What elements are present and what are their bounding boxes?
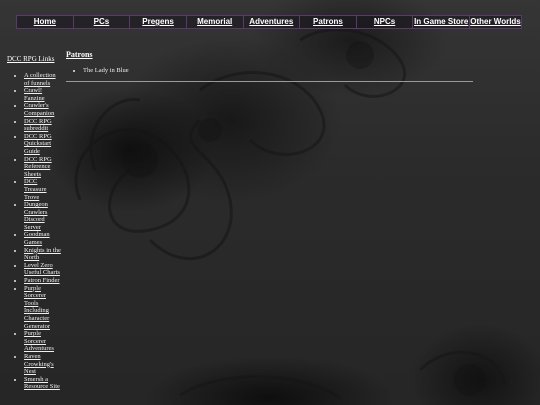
- sidebar-item: Purple Sorcerer Adventures: [24, 330, 61, 353]
- sidebar-item: Smersh a Resource Site: [24, 376, 61, 391]
- sidebar-links: DCC RPG Links A collection of funnels Cr…: [7, 48, 61, 391]
- top-navigation-bar: Home PCs Pregens Memorial Adventures Pat…: [16, 15, 522, 29]
- sidebar-title[interactable]: DCC RPG Links: [7, 55, 54, 63]
- sidebar-link-patron-finder[interactable]: Patron Finder: [24, 277, 60, 284]
- sidebar-item: DCC Treasure Trove: [24, 178, 61, 201]
- sidebar-link-purple-sorcerer-tools[interactable]: Purple Sorcerer Tools Including Characte…: [24, 285, 50, 330]
- patron-link-lady-in-blue[interactable]: The Lady in Blue: [83, 67, 129, 74]
- sidebar-link-discord[interactable]: Dungeon Crawlers Discord Server: [24, 201, 48, 231]
- sidebar-item: A collection of funnels: [24, 72, 61, 87]
- sidebar-item: Purple Sorcerer Tools Including Characte…: [24, 285, 61, 331]
- nav-link-other-worlds[interactable]: Other Worlds: [469, 16, 522, 28]
- sidebar-link-funnels[interactable]: A collection of funnels: [24, 72, 56, 87]
- sidebar-link-crawlers-companion[interactable]: Crawler's Companion: [24, 102, 54, 117]
- list-item: The Lady in Blue: [83, 67, 473, 75]
- sidebar-link-list: A collection of funnels Crawl! Fanzine C…: [7, 72, 61, 391]
- sidebar-item: Goodman Games: [24, 231, 61, 246]
- sidebar-link-purple-sorcerer-adventures[interactable]: Purple Sorcerer Adventures: [24, 330, 54, 352]
- page-title: Patrons: [66, 50, 93, 59]
- sidebar-item: Crawl! Fanzine: [24, 87, 61, 102]
- nav-link-memorial[interactable]: Memorial: [185, 16, 243, 28]
- sidebar-item: Level Zero Useful Charts: [24, 262, 61, 277]
- sidebar-link-treasure-trove[interactable]: DCC Treasure Trove: [24, 178, 47, 200]
- nav-link-patrons[interactable]: Patrons: [299, 16, 356, 28]
- sidebar-item: Raven Crowking's Nest: [24, 353, 61, 376]
- sidebar-link-crawl-fanzine[interactable]: Crawl! Fanzine: [24, 87, 45, 102]
- sidebar-link-knights-north[interactable]: Knights in the North: [24, 247, 61, 262]
- sidebar-link-smersh[interactable]: Smersh a Resource Site: [24, 376, 60, 391]
- nav-link-home[interactable]: Home: [16, 16, 73, 28]
- sidebar-item: DCC RPG Reference Sheets: [24, 156, 61, 179]
- sidebar-item: Dungeon Crawlers Discord Server: [24, 201, 61, 231]
- sidebar-link-raven-crowking[interactable]: Raven Crowking's Nest: [24, 353, 54, 375]
- sidebar-item: Patron Finder: [24, 277, 61, 285]
- main-content: Patrons The Lady in Blue: [66, 50, 473, 82]
- nav-link-pregens[interactable]: Pregens: [129, 16, 186, 28]
- content-divider: [66, 81, 473, 82]
- sidebar-item: Knights in the North: [24, 247, 61, 262]
- sidebar-link-reference-sheets[interactable]: DCC RPG Reference Sheets: [24, 156, 52, 178]
- nav-link-pcs[interactable]: PCs: [72, 16, 130, 28]
- nav-link-in-game-store[interactable]: In Game Store: [412, 16, 469, 28]
- sidebar-item: Crawler's Companion: [24, 102, 61, 117]
- nav-link-npcs[interactable]: NPCs: [355, 16, 413, 28]
- sidebar-link-subreddit[interactable]: DCC RPG subreddit: [24, 118, 52, 133]
- patron-list: The Lady in Blue: [66, 67, 473, 75]
- sidebar-item: DCC RPG Quickstart Guide: [24, 133, 61, 156]
- sidebar-link-quickstart[interactable]: DCC RPG Quickstart Guide: [24, 133, 52, 155]
- sidebar-link-level-zero-charts[interactable]: Level Zero Useful Charts: [24, 262, 60, 277]
- nav-link-adventures[interactable]: Adventures: [242, 16, 300, 28]
- sidebar-item: DCC RPG subreddit: [24, 118, 61, 133]
- sidebar-link-goodman-games[interactable]: Goodman Games: [24, 231, 50, 246]
